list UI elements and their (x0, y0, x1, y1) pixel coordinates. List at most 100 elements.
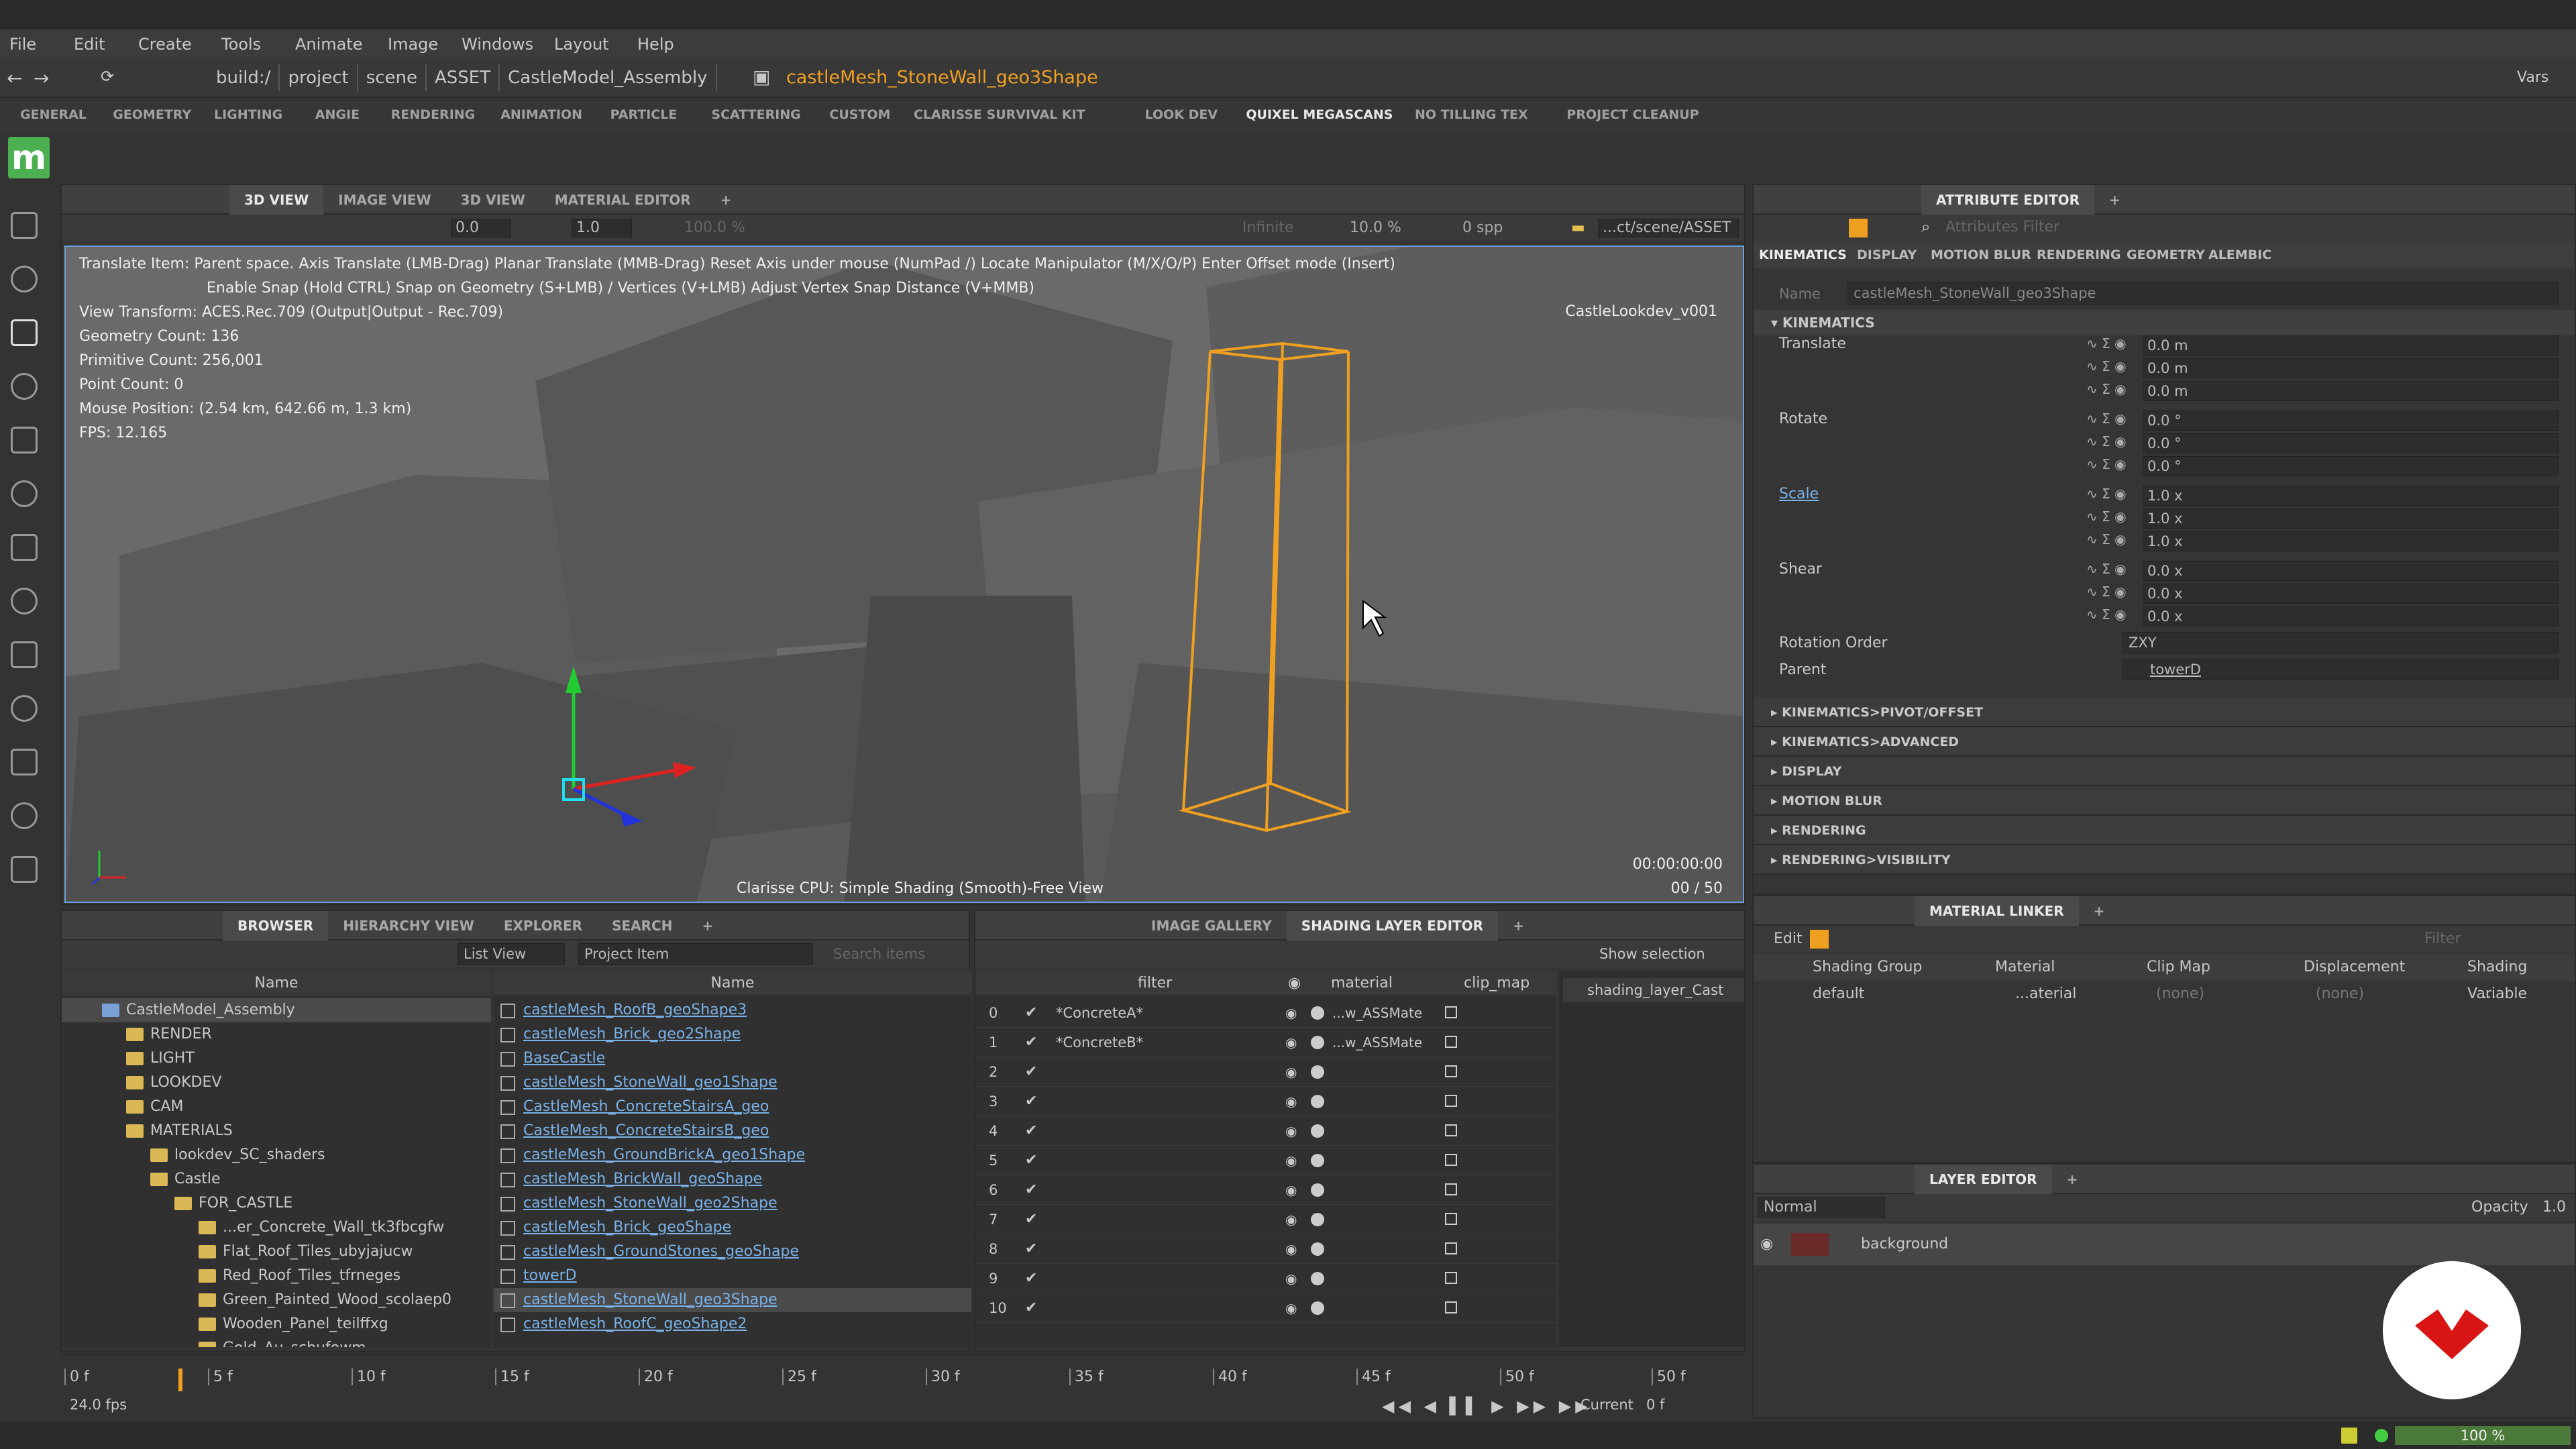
visibility-icon[interactable]: ◉ (1285, 1205, 1297, 1234)
path-segment[interactable]: CastleModel_Assembly (500, 64, 717, 91)
shading-row[interactable]: 3 ✔ ◉ (975, 1087, 1556, 1116)
visibility-icon[interactable]: ◉ (1285, 1175, 1297, 1205)
curve-sigma-icons[interactable]: ∿ Σ ◉ (2086, 486, 2127, 502)
tree-node[interactable]: MATERIALS (62, 1119, 491, 1143)
view-mode-select[interactable]: List View (458, 943, 565, 965)
shelf-tab[interactable]: QUIXEL MEGASCANS (1246, 107, 1393, 122)
move-icon[interactable] (11, 319, 38, 346)
visibility-icon[interactable]: ◉ (1285, 1293, 1297, 1323)
link-mode-icon[interactable] (1810, 930, 1829, 949)
curve-sigma-icons[interactable]: ∿ Σ ◉ (2086, 606, 2127, 623)
shelf-tab[interactable]: GEOMETRY (113, 107, 191, 122)
material-swatch-icon[interactable] (1311, 1095, 1324, 1108)
browser-tabs-tab[interactable]: BROWSER (223, 911, 329, 941)
clip-map-icon[interactable] (1445, 1242, 1457, 1254)
matlinker-tabs-tab[interactable]: MATERIAL LINKER (1915, 896, 2079, 926)
shelf-tab[interactable]: LOOK DEV (1145, 107, 1218, 122)
path-segment[interactable]: project (280, 64, 358, 91)
menu-windows[interactable]: Windows (462, 35, 533, 54)
refresh-icon[interactable]: ⟳ (101, 67, 114, 86)
item-row[interactable]: CastleMesh_ConcreteStairsA_geo (494, 1095, 971, 1119)
clip-map-icon[interactable] (1445, 1036, 1457, 1048)
checkbox-icon[interactable]: ✔ (1025, 998, 1037, 1028)
filter-input[interactable]: Filter (2424, 926, 2461, 953)
parent-link-field[interactable]: towerD (2123, 659, 2559, 680)
collapsed-section[interactable]: ▸ KINEMATICS>PIVOT/OFFSET (1754, 698, 2575, 727)
attr-subtab-kinematics[interactable]: KINEMATICS (1759, 241, 1847, 268)
exposure-field[interactable]: 0.0 (451, 219, 511, 237)
shading-row[interactable]: 8 ✔ ◉ (975, 1234, 1556, 1264)
warning-icon[interactable] (2341, 1428, 2357, 1444)
item-row[interactable]: castleMesh_RoofB_geoShape3 (494, 998, 971, 1022)
visibility-icon[interactable]: ◉ (1285, 1264, 1297, 1293)
brush-icon[interactable] (11, 588, 38, 614)
shading-row[interactable]: 10 ✔ ◉ (975, 1293, 1556, 1323)
item-filter-select[interactable]: Project Item (578, 943, 813, 965)
shelf-tab[interactable]: ANGIE (315, 107, 360, 122)
checkbox-icon[interactable]: ✔ (1025, 1205, 1037, 1234)
matlinker-tabs-tab[interactable]: + (2079, 896, 2120, 926)
clip-map-icon[interactable] (1445, 1065, 1457, 1077)
attr-subtab-display[interactable]: DISPLAY (1857, 241, 1917, 268)
viewport-tabs-tab[interactable]: IMAGE VIEW (323, 185, 446, 215)
layer-tabs-tab[interactable]: + (2052, 1165, 2093, 1194)
edit-menu[interactable]: Edit (1774, 926, 1803, 953)
stamp-icon[interactable] (11, 534, 38, 561)
shelf-tab[interactable]: PARTICLE (610, 107, 678, 122)
shelf-tab[interactable]: CLARISSE SURVIVAL KIT (914, 107, 1085, 122)
checkbox-icon[interactable]: ✔ (1025, 1116, 1037, 1146)
material-cell[interactable]: ...w_ASSMate (1332, 1028, 1422, 1057)
curve-sigma-icons[interactable]: ∿ Σ ◉ (2086, 531, 2127, 547)
field-shear-0[interactable]: 0.0 x (2143, 561, 2559, 581)
shelf-tab[interactable]: PROJECT CLEANUP (1566, 107, 1699, 122)
field-scale-0[interactable]: 1.0 x (2143, 486, 2559, 506)
material-swatch-icon[interactable] (1311, 1036, 1324, 1049)
material-swatch-icon[interactable] (1311, 1213, 1324, 1226)
item-row[interactable]: castleMesh_GroundStones_geoShape (494, 1240, 971, 1264)
filter-cell[interactable]: *ConcreteB* (1056, 1028, 1143, 1057)
material-swatch-icon[interactable] (1311, 1065, 1324, 1079)
select-icon[interactable] (11, 266, 38, 292)
3d-viewport[interactable]: Translate Item: Parent space. Axis Trans… (64, 246, 1744, 903)
item-link[interactable]: castleMesh_RoofB_geoShape3 (523, 998, 747, 1022)
tree-node[interactable]: Flat_Roof_Tiles_ubyjajucw (62, 1240, 491, 1264)
shelf-tab[interactable]: GENERAL (20, 107, 87, 122)
visibility-icon[interactable]: ◉ (1285, 1028, 1297, 1057)
field-translate-0[interactable]: 0.0 m (2143, 335, 2559, 356)
menu-layout[interactable]: Layout (554, 35, 609, 54)
shading-row[interactable]: 6 ✔ ◉ (975, 1175, 1556, 1205)
item-link[interactable]: towerD (523, 1264, 577, 1288)
curve-sigma-icons[interactable]: ∿ Σ ◉ (2086, 358, 2127, 374)
tree-node[interactable]: Red_Roof_Tiles_tfrneges (62, 1264, 491, 1288)
checkbox-icon[interactable]: ✔ (1025, 1264, 1037, 1293)
context-path-field[interactable]: ...ct/scene/ASSET (1598, 219, 1739, 237)
name-field[interactable]: castleMesh_StoneWall_geo3Shape (1847, 282, 2559, 305)
checkbox-icon[interactable]: ✔ (1025, 1087, 1037, 1116)
item-link[interactable]: castleMesh_RoofC_geoShape2 (523, 1312, 747, 1336)
gamma-field[interactable]: 1.0 (572, 219, 632, 237)
tree-node[interactable]: Gold_Au_schufowm (62, 1336, 491, 1347)
scale-icon[interactable] (11, 427, 38, 453)
material-cell[interactable]: ...w_ASSMate (1332, 998, 1422, 1028)
item-row[interactable]: towerD (494, 1264, 971, 1288)
tree-node[interactable]: Wooden_Panel_teilffxg (62, 1312, 491, 1336)
item-row[interactable]: castleMesh_Brick_geoShape (494, 1216, 971, 1240)
clip-map-icon[interactable] (1445, 1124, 1457, 1136)
shading-layer-item[interactable]: shading_layer_Cast (1563, 978, 1744, 1002)
shading-row[interactable]: 1 ✔ *ConcreteB* ◉ ...w_ASSMate (975, 1028, 1556, 1057)
collapsed-section[interactable]: ▸ RENDERING>VISIBILITY (1754, 845, 2575, 875)
playhead[interactable] (178, 1368, 182, 1391)
shading-row[interactable]: 4 ✔ ◉ (975, 1116, 1556, 1146)
material-swatch-icon[interactable] (1311, 1183, 1324, 1197)
field-scale-2[interactable]: 1.0 x (2143, 531, 2559, 551)
field-rotate-2[interactable]: 0.0 ° (2143, 456, 2559, 476)
material-cell[interactable]: ...aterial (2015, 981, 2076, 1008)
tree-node[interactable]: ...er_Concrete_Wall_tk3fbcgfw (62, 1216, 491, 1240)
clip-map-icon[interactable] (1445, 1301, 1457, 1313)
item-row[interactable]: castleMesh_GroundBrickA_geo1Shape (494, 1143, 971, 1167)
curve-sigma-icons[interactable]: ∿ Σ ◉ (2086, 411, 2127, 427)
shading-row[interactable]: 0 ✔ *ConcreteA* ◉ ...w_ASSMate (975, 998, 1556, 1028)
browser-tabs-tab[interactable]: HIERARCHY VIEW (328, 911, 489, 941)
timeline-ticks[interactable]: 0 f 5 f 10 f 15 f 20 f 25 f 30 f 35 f 40 f 45 f 50… (60, 1368, 1746, 1391)
checkbox-icon[interactable]: ✔ (1025, 1234, 1037, 1264)
